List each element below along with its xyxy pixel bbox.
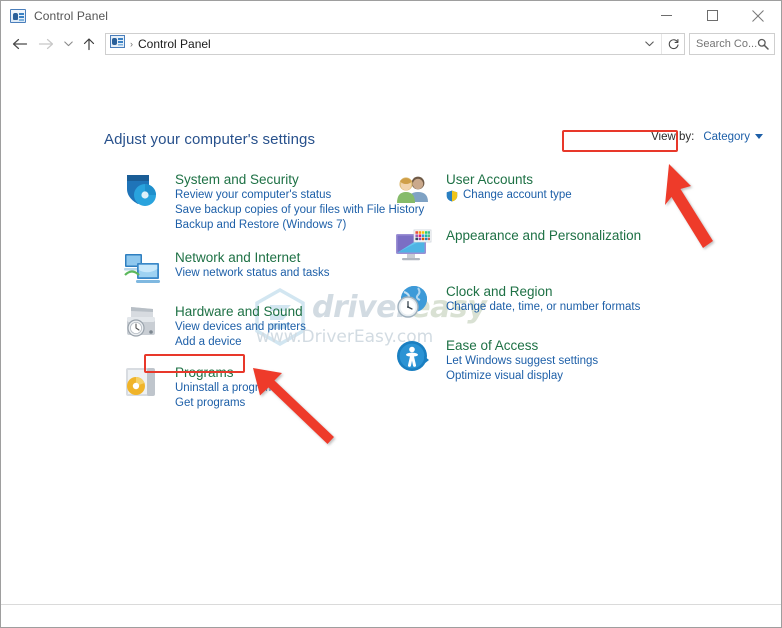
category-link[interactable]: View devices and printers: [175, 320, 383, 335]
category-link[interactable]: View network status and tasks: [175, 266, 383, 281]
breadcrumb-separator: ›: [130, 39, 133, 49]
ease-of-access-icon: [394, 337, 438, 377]
control-panel-icon: [10, 8, 26, 23]
category-clock-and-region[interactable]: Clock and Region Change date, time, or n…: [394, 283, 674, 323]
control-panel-window: Control Panel › Control Panel Search Co.…: [0, 0, 782, 628]
recent-locations-chevron-down-icon[interactable]: [59, 31, 77, 57]
control-panel-content: Adjust your computer's settings View by:…: [1, 58, 781, 604]
maximize-icon[interactable]: [689, 1, 735, 30]
shield-icon: [123, 171, 167, 211]
category-link[interactable]: Review your computer's status: [175, 188, 383, 203]
category-link[interactable]: Optimize visual display: [446, 369, 674, 384]
category-system-and-security[interactable]: System and Security Review your computer…: [123, 171, 424, 233]
programs-icon: [123, 364, 167, 404]
category-title[interactable]: Network and Internet: [175, 249, 383, 266]
category-link[interactable]: Save backup copies of your files with Fi…: [175, 203, 424, 218]
back-arrow-icon[interactable]: [7, 31, 33, 57]
category-title[interactable]: Hardware and Sound: [175, 303, 383, 320]
refresh-icon[interactable]: [661, 34, 684, 54]
window-title: Control Panel: [34, 8, 109, 23]
appearance-icon: [394, 227, 438, 267]
category-title[interactable]: Ease of Access: [446, 337, 674, 354]
control-panel-icon: [110, 35, 125, 53]
category-title[interactable]: System and Security: [175, 171, 383, 188]
category-title[interactable]: Clock and Region: [446, 283, 674, 300]
navigation-bar: › Control Panel Search Co...: [1, 30, 781, 58]
window-controls: [643, 1, 781, 30]
forward-arrow-icon: [33, 31, 59, 57]
category-user-accounts[interactable]: User Accounts Change account type: [394, 171, 674, 211]
address-bar[interactable]: › Control Panel: [105, 33, 685, 55]
category-link[interactable]: Get programs: [175, 396, 383, 411]
category-link[interactable]: Change account type: [446, 188, 674, 203]
category-title[interactable]: User Accounts: [446, 171, 674, 188]
breadcrumb[interactable]: Control Panel: [138, 37, 211, 51]
category-title[interactable]: Appearance and Personalization: [446, 227, 674, 244]
category-link[interactable]: Let Windows suggest settings: [446, 354, 674, 369]
search-placeholder: Search Co...: [696, 38, 757, 50]
printer-icon: [123, 303, 167, 343]
network-icon: [123, 249, 167, 289]
category-programs[interactable]: Programs Uninstall a program Get program…: [123, 364, 383, 411]
minimize-icon[interactable]: [643, 1, 689, 30]
category-link-uninstall-a-program[interactable]: Uninstall a program: [175, 381, 383, 396]
shield-small-icon: [446, 190, 458, 207]
user-accounts-icon: [394, 171, 438, 211]
category-column-left: System and Security Review your computer…: [123, 171, 424, 427]
category-link-label: Change account type: [463, 189, 572, 201]
category-link[interactable]: Add a device: [175, 335, 383, 350]
category-column-right: User Accounts Change account type Appear…: [394, 171, 674, 400]
category-columns: System and Security Review your computer…: [1, 58, 781, 604]
clock-region-icon: [394, 283, 438, 323]
status-bar: [1, 604, 781, 627]
category-link[interactable]: Backup and Restore (Windows 7): [175, 218, 383, 233]
close-icon[interactable]: [735, 1, 781, 30]
up-arrow-icon[interactable]: [77, 31, 101, 57]
category-network-and-internet[interactable]: Network and Internet View network status…: [123, 249, 383, 289]
address-chevron-down-icon[interactable]: [638, 39, 661, 49]
address-bar-right: [638, 34, 684, 54]
category-hardware-and-sound[interactable]: Hardware and Sound View devices and prin…: [123, 303, 383, 350]
title-bar: Control Panel: [1, 1, 781, 30]
category-ease-of-access[interactable]: Ease of Access Let Windows suggest setti…: [394, 337, 674, 384]
search-input[interactable]: Search Co...: [689, 33, 775, 55]
category-link[interactable]: Change date, time, or number formats: [446, 300, 674, 315]
search-icon[interactable]: [757, 38, 769, 50]
category-title[interactable]: Programs: [175, 364, 383, 381]
category-appearance-and-personalization[interactable]: Appearance and Personalization: [394, 227, 674, 267]
